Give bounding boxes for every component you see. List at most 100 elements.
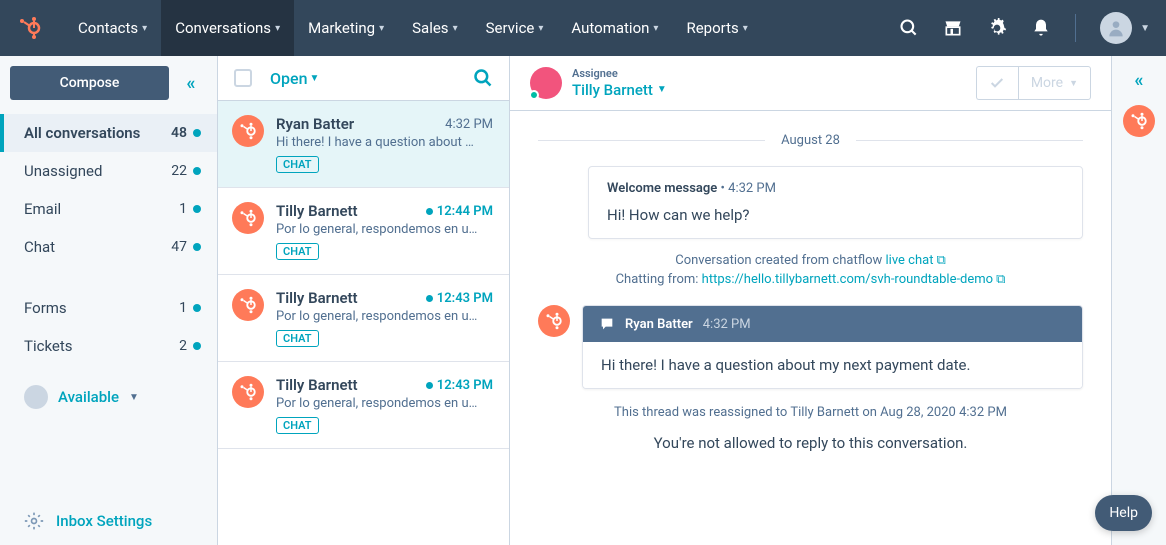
help-button[interactable]: Help	[1095, 495, 1152, 531]
conversation-item[interactable]: Tilly Barnett12:43 PMPor lo general, res…	[218, 275, 509, 362]
nav-label: Conversations	[175, 19, 271, 37]
sidebar-item-chat[interactable]: Chat47	[0, 228, 217, 266]
hubspot-logo[interactable]	[16, 14, 44, 42]
conversation-avatar	[232, 115, 264, 147]
welcome-message-label: Welcome message	[607, 181, 717, 196]
availability-toggle[interactable]: Available ▼	[0, 375, 217, 419]
external-link-icon: ⧉	[996, 272, 1005, 287]
conversation-time: 12:43 PM	[426, 291, 493, 306]
nav-label: Service	[486, 19, 535, 37]
sidebar-item-count: 2	[179, 338, 187, 354]
conversation-name: Tilly Barnett	[276, 202, 358, 220]
chevron-down-icon: ▾	[743, 23, 748, 34]
channel-badge: CHAT	[276, 417, 319, 434]
chevron-down-icon: ▾	[142, 23, 147, 34]
sidebar-item-tickets[interactable]: Tickets2	[0, 327, 217, 365]
collapse-sidebar-icon[interactable]: «	[177, 69, 205, 97]
conversation-preview: Por lo general, respondemos en u…	[276, 396, 493, 411]
reply-restriction: You're not allowed to reply to this conv…	[538, 434, 1083, 452]
conversation-time: 4:32 PM	[445, 117, 493, 132]
status-filter-label: Open	[270, 69, 308, 88]
nav-contacts[interactable]: Contacts▾	[64, 0, 161, 56]
conversation-avatar	[232, 376, 264, 408]
channel-badge: CHAT	[276, 156, 319, 173]
search-icon[interactable]	[473, 68, 493, 88]
sidebar-list: All conversations48 Unassigned 22 Email1Cha…	[0, 110, 217, 375]
mark-done-button[interactable]	[976, 66, 1018, 100]
inbox-settings-label: Inbox Settings	[56, 512, 152, 530]
nav-label: Reports	[686, 19, 738, 37]
contact-avatar[interactable]	[1123, 105, 1155, 137]
more-button[interactable]: More ▼	[1018, 66, 1091, 100]
chevron-down-icon: ▼	[310, 73, 320, 84]
sidebar-item-forms[interactable]: Forms1	[0, 289, 217, 327]
right-panel-collapsed: «	[1112, 56, 1166, 545]
nav-service[interactable]: Service▾	[472, 0, 558, 56]
reassignment-notice: This thread was reassigned to Tilly Barn…	[538, 405, 1083, 420]
bell-icon[interactable]	[1031, 18, 1051, 38]
detail-header: Assignee Tilly Barnett ▼ More ▼	[510, 56, 1111, 111]
conversation-item[interactable]: Ryan Batter4:32 PMHi there! I have a que…	[218, 101, 509, 188]
chatflow-link[interactable]: live chat	[886, 253, 934, 268]
unread-dot	[426, 208, 433, 215]
assignee-label: Assignee	[572, 67, 667, 80]
conversation-item[interactable]: Tilly Barnett12:44 PMPor lo general, res…	[218, 188, 509, 275]
conversation-list: Ryan Batter4:32 PMHi there! I have a que…	[218, 101, 509, 545]
sidebar-item-label: Unassigned	[24, 162, 102, 180]
unread-dot	[193, 167, 201, 175]
detail-body: August 28 Welcome message • 4:32 PM Hi! …	[510, 111, 1111, 545]
nav-label: Sales	[412, 19, 448, 37]
avatar-icon	[24, 385, 48, 409]
date-divider: August 28	[538, 133, 1083, 148]
nav-reports[interactable]: Reports ▾	[672, 0, 761, 56]
welcome-message-card: Welcome message • 4:32 PM Hi! How can we…	[588, 166, 1083, 239]
status-filter[interactable]: Open ▼	[270, 69, 319, 88]
chevron-down-icon: ▾	[538, 23, 543, 34]
sidebar-item-count: 48	[171, 125, 187, 141]
nav-label: Automation	[571, 19, 649, 37]
conversation-preview: Por lo general, respondemos en u…	[276, 309, 493, 324]
chevron-down-icon: ▼	[1069, 78, 1078, 89]
availability-label: Available	[58, 388, 119, 406]
date-label: August 28	[765, 133, 856, 148]
gear-icon[interactable]	[987, 18, 1007, 38]
sidebar-item-count: 1	[179, 201, 187, 217]
search-icon[interactable]	[899, 18, 919, 38]
nav-conversations[interactable]: Conversations▾	[161, 0, 294, 56]
welcome-message-time: 4:32 PM	[728, 181, 776, 196]
unread-dot	[193, 205, 201, 213]
top-nav: Contacts▾Conversations▾Marketing▾Sales▾S…	[0, 0, 1166, 56]
nav-marketing[interactable]: Marketing ▾	[294, 0, 398, 56]
account-menu[interactable]: ▼	[1100, 12, 1150, 44]
conversation-preview: Hi there! I have a question about …	[276, 135, 493, 150]
sidebar-item-all-conversations[interactable]: All conversations48	[0, 114, 217, 152]
conversation-avatar	[232, 202, 264, 234]
channel-badge: CHAT	[276, 243, 319, 260]
nav-label: Marketing	[308, 19, 375, 37]
assignee-selector[interactable]: Assignee Tilly Barnett ▼	[530, 67, 667, 99]
gear-icon	[24, 511, 44, 531]
conversation-item[interactable]: Tilly Barnett12:43 PMPor lo general, res…	[218, 362, 509, 449]
sidebar-item-email[interactable]: Email1	[0, 190, 217, 228]
message-body: Hi there! I have a question about my nex…	[583, 342, 1082, 388]
chevron-down-icon: ▾	[379, 23, 384, 34]
external-link-icon: ⧉	[936, 253, 945, 268]
unread-dot	[193, 304, 201, 312]
conversation-time: 12:43 PM	[426, 378, 493, 393]
compose-button[interactable]: Compose	[10, 66, 169, 100]
nav-sales[interactable]: Sales▾	[398, 0, 471, 56]
online-status-dot	[529, 90, 539, 100]
inbox-settings-link[interactable]: Inbox Settings	[0, 496, 217, 545]
nav-automation[interactable]: Automation▾	[557, 0, 672, 56]
chatting-from-meta: Chatting from: https://hello.tillybarnet…	[538, 272, 1083, 287]
sidebar-item-unassigned[interactable]: Unassigned 22	[0, 152, 217, 190]
select-all-checkbox[interactable]	[234, 69, 252, 87]
expand-panel-icon[interactable]: «	[1135, 70, 1144, 91]
marketplace-icon[interactable]	[943, 18, 963, 38]
chevron-down-icon: ▼	[657, 84, 667, 96]
conversation-time: 12:44 PM	[426, 204, 493, 219]
nav-right: ▼	[899, 12, 1150, 44]
sidebar-item-count: 22	[171, 163, 187, 179]
conversation-detail: Assignee Tilly Barnett ▼ More ▼	[510, 56, 1112, 545]
chatting-from-link[interactable]: https://hello.tillybarnett.com/svh-round…	[702, 272, 993, 287]
